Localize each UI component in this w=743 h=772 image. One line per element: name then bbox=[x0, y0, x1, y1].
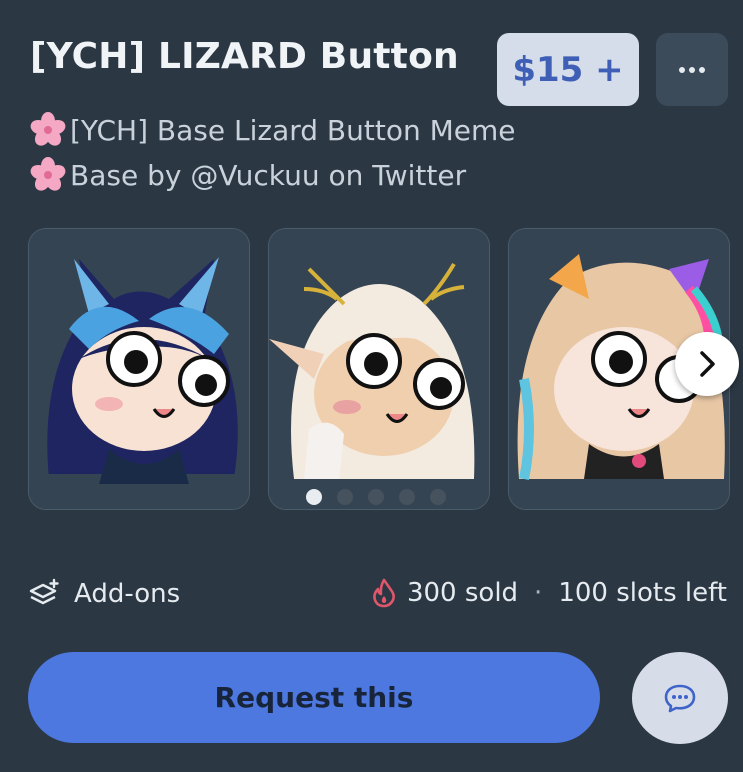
pagination-dot-3[interactable] bbox=[368, 489, 384, 505]
fire-icon bbox=[373, 578, 395, 608]
gallery-image-1[interactable] bbox=[28, 228, 250, 510]
pagination-dot-4[interactable] bbox=[399, 489, 415, 505]
description-text-2: Base by @Vuckuu on Twitter bbox=[70, 158, 467, 192]
chat-button[interactable] bbox=[632, 652, 728, 744]
cherry-blossom-icon bbox=[30, 112, 66, 146]
stats-separator: · bbox=[534, 578, 543, 608]
slots-left: 100 slots left bbox=[558, 578, 727, 608]
listing-title: [YCH] LIZARD Button bbox=[30, 36, 459, 77]
pagination-dot-5[interactable] bbox=[430, 489, 446, 505]
chevron-right-icon bbox=[700, 351, 715, 377]
description-line-2: Base by @Vuckuu on Twitter bbox=[28, 155, 466, 195]
listing-card: [YCH] LIZARD Button $15 + [YCH] Base Liz… bbox=[0, 0, 743, 772]
addons-label: Add-ons bbox=[74, 579, 181, 609]
description-line-1: [YCH] Base Lizard Button Meme bbox=[28, 110, 516, 150]
sold-count: 300 sold bbox=[406, 578, 519, 608]
more-options-button[interactable] bbox=[656, 33, 728, 106]
addons-button[interactable]: Add-ons bbox=[28, 578, 180, 610]
gallery-next-button[interactable] bbox=[675, 332, 739, 396]
gallery-pagination bbox=[306, 489, 446, 505]
sales-stats: 300 sold · 100 slots left bbox=[371, 578, 727, 608]
gallery-image-2[interactable] bbox=[268, 228, 490, 510]
request-button[interactable]: Request this bbox=[28, 652, 600, 743]
price-button[interactable]: $15 + bbox=[497, 33, 639, 106]
chat-bubble-icon bbox=[664, 684, 696, 713]
pagination-dot-1[interactable] bbox=[306, 489, 322, 505]
pagination-dot-2[interactable] bbox=[337, 489, 353, 505]
layers-plus-icon bbox=[29, 578, 59, 605]
character-illustration-2 bbox=[269, 229, 489, 509]
more-dots-icon bbox=[679, 66, 705, 73]
description-text-1: [YCH] Base Lizard Button Meme bbox=[70, 113, 516, 147]
character-illustration-1 bbox=[29, 229, 249, 509]
cherry-blossom-icon bbox=[30, 157, 66, 191]
